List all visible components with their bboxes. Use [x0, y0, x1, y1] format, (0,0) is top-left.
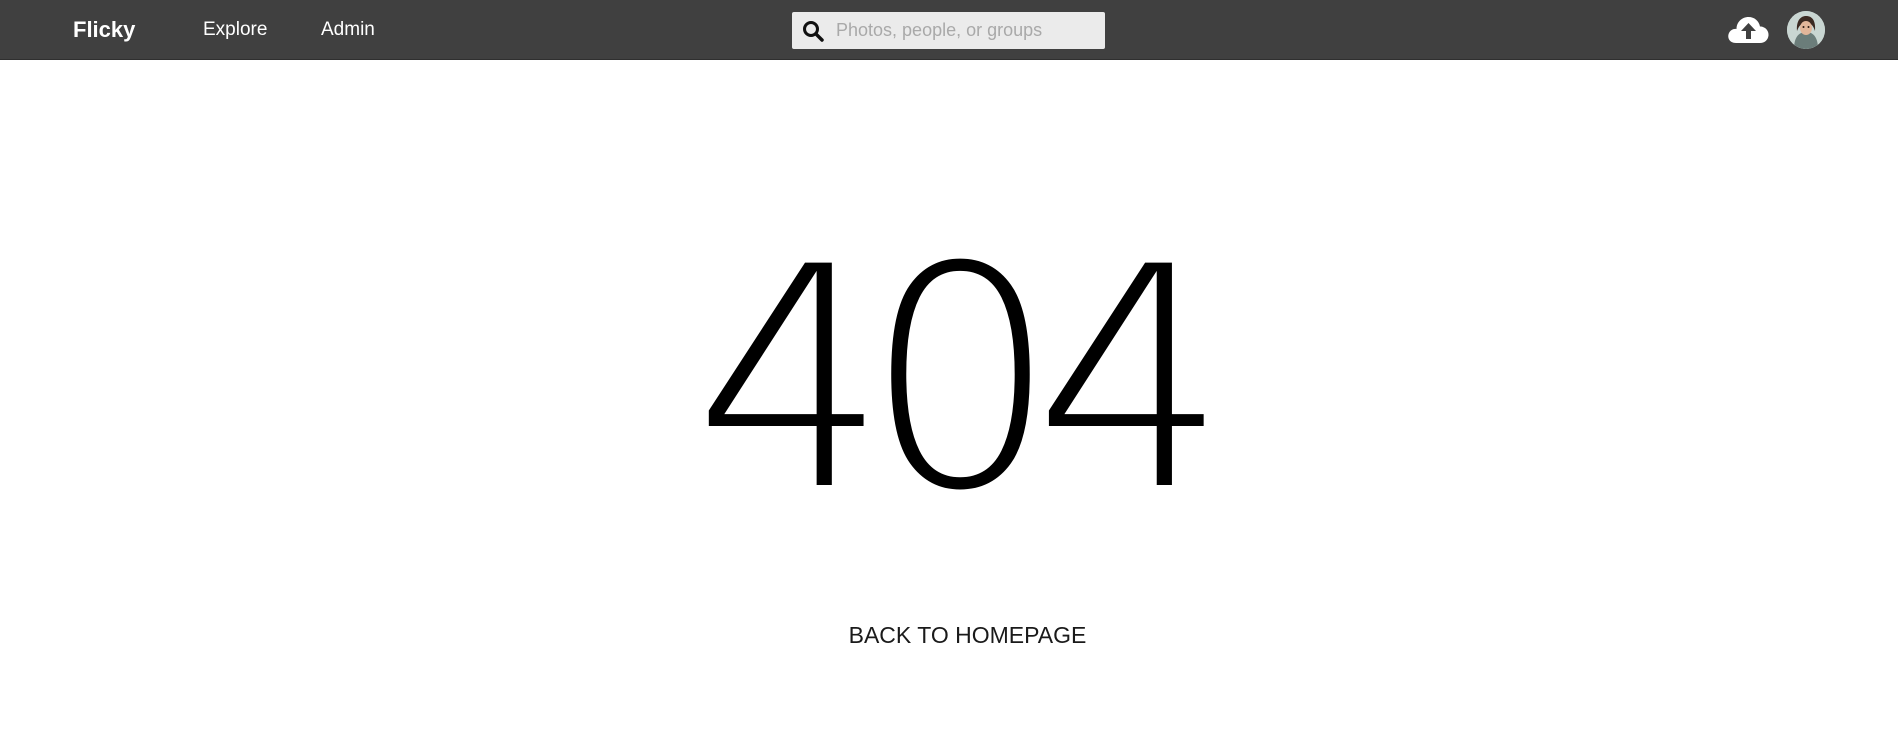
- nav-explore-link[interactable]: Explore: [203, 0, 267, 60]
- brand-logo-link[interactable]: Flicky: [73, 0, 135, 60]
- avatar[interactable]: [1787, 11, 1825, 49]
- back-to-homepage-link: BACK TO HOMEPAGE: [0, 619, 1898, 651]
- search-icon[interactable]: [801, 19, 825, 43]
- search-input[interactable]: [836, 12, 1098, 49]
- nav-admin-link[interactable]: Admin: [321, 0, 375, 60]
- user-avatar-icon: [1787, 11, 1825, 49]
- back-to-homepage-label[interactable]: BACK TO HOMEPAGE: [849, 622, 1087, 648]
- search-box: [792, 12, 1105, 49]
- error-code-heading: 404: [693, 202, 1228, 557]
- top-nav-bar: Flicky Explore Admin: [0, 0, 1898, 60]
- cloud-upload-icon[interactable]: [1726, 11, 1770, 47]
